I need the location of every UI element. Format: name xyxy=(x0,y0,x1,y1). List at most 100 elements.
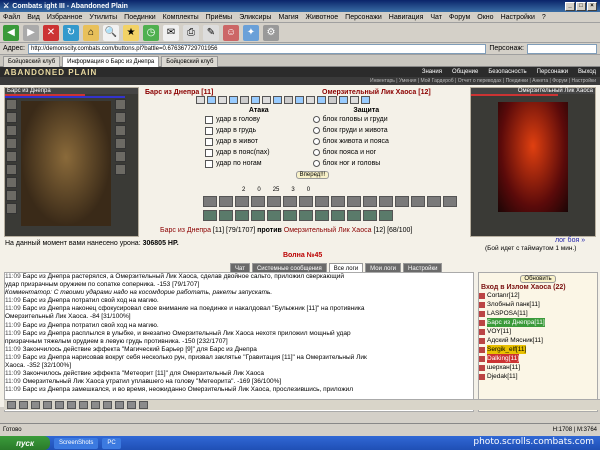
user-icon[interactable]: ☺ xyxy=(223,24,239,41)
skill-icon[interactable] xyxy=(379,210,393,221)
menu-item[interactable]: Избранное xyxy=(47,14,82,21)
skill-icon[interactable] xyxy=(363,210,377,221)
right-name[interactable]: Омерзительный Лик Хаоса [12] xyxy=(322,89,431,96)
player-name[interactable]: Барс из Днепра[11] xyxy=(487,318,545,327)
start-button[interactable]: пуск xyxy=(0,436,50,450)
persona-input[interactable] xyxy=(527,43,597,54)
menu-item[interactable]: Магия xyxy=(278,14,298,21)
skill-icon[interactable] xyxy=(331,196,345,207)
skill-icon[interactable] xyxy=(251,210,265,221)
equip-slot[interactable] xyxy=(6,190,17,201)
player-entry[interactable]: Барс из Днепра[11] xyxy=(479,318,597,327)
skill-icon[interactable] xyxy=(331,210,345,221)
equip-slot[interactable] xyxy=(115,164,126,175)
skill-icon[interactable] xyxy=(235,196,249,207)
maximize-button[interactable]: □ xyxy=(576,1,586,11)
chat-icon[interactable]: ✦ xyxy=(243,24,259,41)
menu-item[interactable]: Форум xyxy=(449,14,470,21)
vs-left-name[interactable]: Барс из Днепра xyxy=(160,227,211,234)
menu-item[interactable]: Настройки xyxy=(501,14,535,21)
player-name[interactable]: Адский Мясник[11] xyxy=(487,336,543,345)
tool-icon[interactable] xyxy=(127,401,136,409)
settings-icon[interactable]: ⚙ xyxy=(263,24,279,41)
skill-icon[interactable] xyxy=(395,196,409,207)
game-menu-item[interactable]: Общение xyxy=(452,69,478,75)
spell-icon[interactable] xyxy=(350,96,359,104)
player-name[interactable]: Djedak[11] xyxy=(487,372,518,381)
defense-option[interactable]: блок живота и пояса xyxy=(312,138,421,145)
tool-icon[interactable] xyxy=(67,401,76,409)
defense-radio[interactable] xyxy=(312,127,320,134)
skill-icon[interactable] xyxy=(283,210,297,221)
spell-icon[interactable] xyxy=(262,96,271,104)
defense-option[interactable]: блок головы и груди xyxy=(312,116,421,123)
attack-checkbox[interactable] xyxy=(205,126,213,135)
player-name[interactable]: Cortanr[12] xyxy=(487,291,520,300)
favorites-icon[interactable]: ★ xyxy=(123,24,139,41)
skill-icon[interactable] xyxy=(203,210,217,221)
player-entry[interactable]: Dalking[11] xyxy=(479,354,597,363)
menu-item[interactable]: Вид xyxy=(27,14,40,21)
equip-slot[interactable] xyxy=(6,177,17,188)
player-name[interactable]: шерхан[11] xyxy=(487,363,520,372)
browser-tab[interactable]: Бойцовский клуб xyxy=(3,55,61,67)
menu-item[interactable]: Эликсиры xyxy=(239,14,271,21)
spell-icon[interactable] xyxy=(361,96,370,104)
stop-icon[interactable]: ✕ xyxy=(43,24,59,41)
spell-icon[interactable] xyxy=(295,96,304,104)
search-icon[interactable]: 🔍 xyxy=(103,24,119,41)
defense-radio[interactable] xyxy=(312,160,320,167)
menu-item[interactable]: ? xyxy=(542,14,546,21)
menu-item[interactable]: Навигация xyxy=(389,14,424,21)
player-name[interactable]: VOY[11] xyxy=(487,327,511,336)
player-name[interactable]: LASPOSA[11] xyxy=(487,309,528,318)
skill-icon[interactable] xyxy=(203,196,217,207)
skill-icon[interactable] xyxy=(299,196,313,207)
skill-icon[interactable] xyxy=(363,196,377,207)
equip-slot[interactable] xyxy=(115,151,126,162)
player-entry[interactable]: LASPOSA[11] xyxy=(479,309,597,318)
equip-slot[interactable] xyxy=(6,99,17,110)
refresh-icon[interactable]: ↻ xyxy=(63,24,79,41)
equip-slot[interactable] xyxy=(6,164,17,175)
player-name[interactable]: Sergik_elf[11] xyxy=(487,345,527,354)
attack-checkbox[interactable] xyxy=(205,137,213,146)
game-menu-item[interactable]: Знания xyxy=(422,69,442,75)
spell-icon[interactable] xyxy=(284,96,293,104)
player-entry[interactable]: Адский Мясник[11] xyxy=(479,336,597,345)
menu-item[interactable]: Животное xyxy=(306,14,339,21)
menu-item[interactable]: Утилиты xyxy=(89,14,117,21)
menu-item[interactable]: Приёмы xyxy=(206,14,233,21)
spell-icon[interactable] xyxy=(229,96,238,104)
game-menu-item[interactable]: Выход xyxy=(578,69,596,75)
vs-right-name[interactable]: Омерзительный Лик Хаоса xyxy=(284,227,372,234)
attack-checkbox[interactable] xyxy=(205,115,213,124)
tool-icon[interactable] xyxy=(115,401,124,409)
spell-icon[interactable] xyxy=(218,96,227,104)
menu-item[interactable]: Окно xyxy=(477,14,493,21)
attack-option[interactable]: удар в голову xyxy=(205,115,313,124)
menu-item[interactable]: Персонажи xyxy=(345,14,382,21)
skill-icon[interactable] xyxy=(411,196,425,207)
equip-slot[interactable] xyxy=(6,203,17,214)
spell-icon[interactable] xyxy=(273,96,282,104)
skill-icon[interactable] xyxy=(315,196,329,207)
log-link[interactable]: лог боя » xyxy=(555,237,585,244)
player-entry[interactable]: Cortanr[12] xyxy=(479,291,597,300)
history-icon[interactable]: ◷ xyxy=(143,24,159,41)
equip-slot[interactable] xyxy=(115,112,126,123)
tool-icon[interactable] xyxy=(19,401,28,409)
left-name[interactable]: Барс из Днепра [11] xyxy=(145,89,213,96)
attack-option[interactable]: удар по ногам xyxy=(205,159,313,168)
player-name[interactable]: Dalking[11] xyxy=(487,354,520,363)
player-name[interactable]: Злобный панк[11] xyxy=(487,300,540,309)
attack-option[interactable]: удар в грудь xyxy=(205,126,313,135)
skill-icon[interactable] xyxy=(235,210,249,221)
player-entry[interactable]: Djedak[11] xyxy=(479,372,597,381)
refresh-button[interactable]: Обновить xyxy=(520,275,556,283)
equip-slot[interactable] xyxy=(6,138,17,149)
skill-icon[interactable] xyxy=(299,210,313,221)
skill-icon[interactable] xyxy=(347,210,361,221)
spell-icon[interactable] xyxy=(317,96,326,104)
spell-icon[interactable] xyxy=(196,96,205,104)
